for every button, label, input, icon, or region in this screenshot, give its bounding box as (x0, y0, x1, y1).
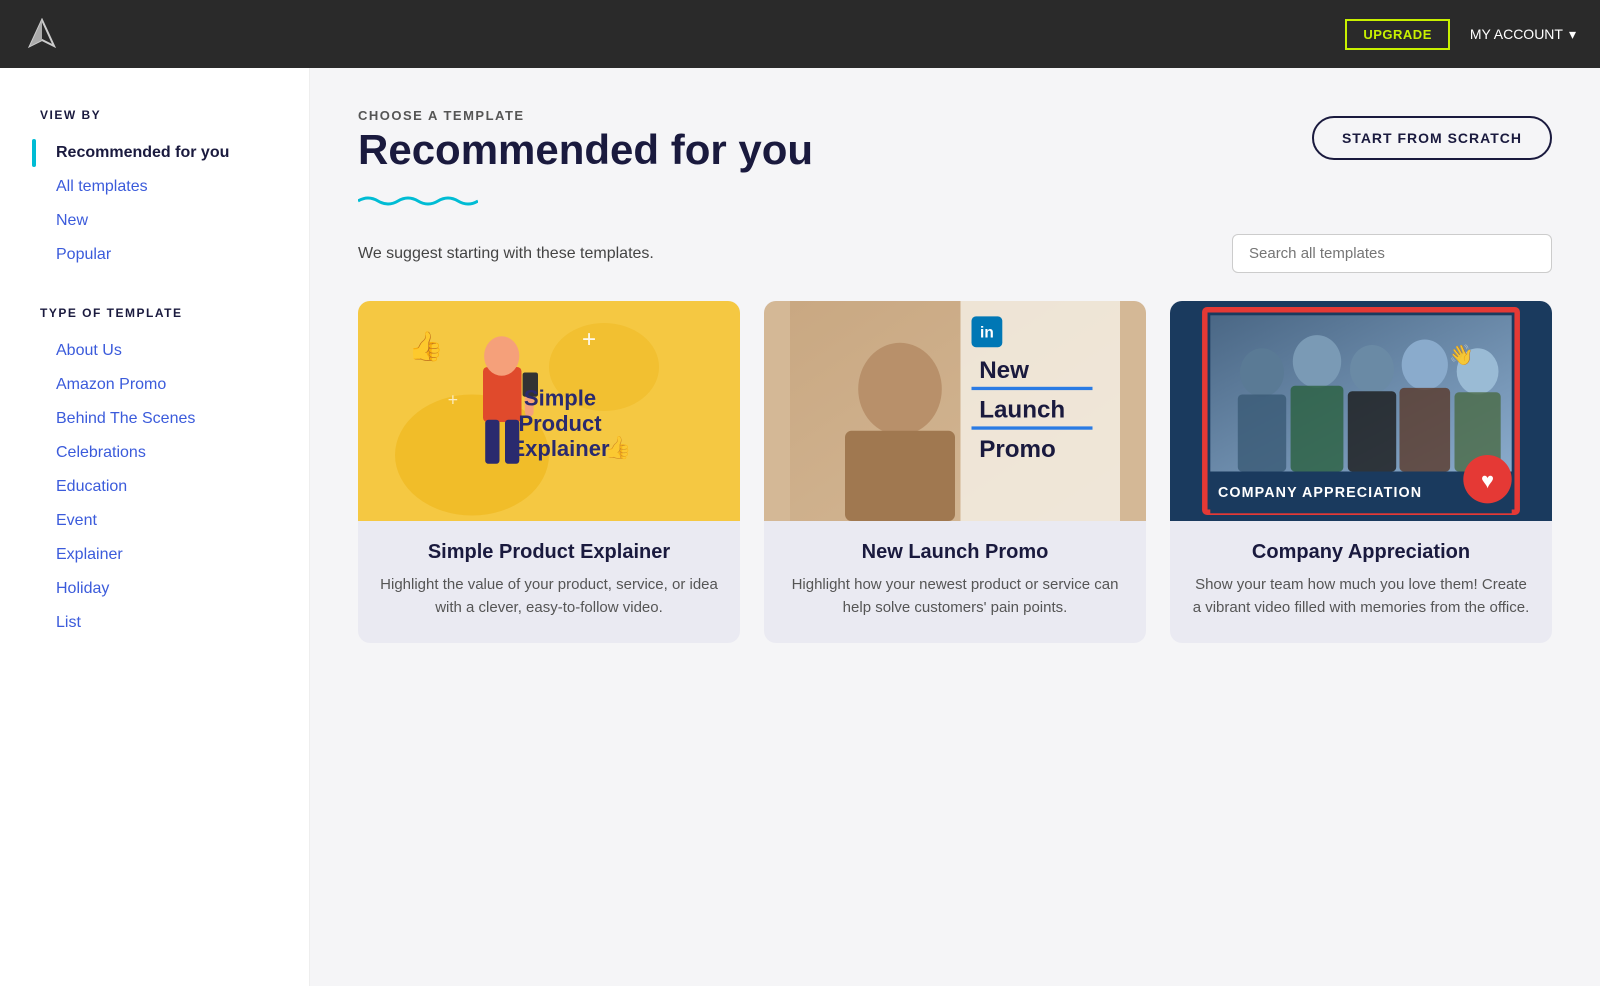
svg-text:Promo: Promo (979, 436, 1056, 463)
view-by-nav: Recommended for you All templates New Po… (40, 138, 285, 270)
view-by-title: VIEW BY (40, 108, 285, 122)
sidebar-item-recommended[interactable]: Recommended for you (40, 138, 285, 168)
subtitle-text: We suggest starting with these templates… (358, 245, 654, 263)
topnav: UPGRADE MY ACCOUNT ▾ (0, 0, 1600, 68)
chevron-down-icon: ▾ (1569, 26, 1576, 43)
sidebar-link-list[interactable]: List (40, 608, 285, 638)
subtitle-row: We suggest starting with these templates… (358, 234, 1552, 273)
svg-text:+: + (448, 390, 458, 410)
wavy-decorative-line (358, 193, 478, 209)
sidebar-link-celebrations[interactable]: Celebrations (40, 438, 285, 468)
svg-text:Launch: Launch (979, 397, 1065, 424)
svg-text:Simple: Simple (524, 386, 596, 411)
card-title-1: New Launch Promo (764, 541, 1146, 564)
cards-grid: 👍 👍 + + Simple Product Explainer Simple … (358, 301, 1552, 643)
my-account-label: MY ACCOUNT (1470, 26, 1563, 42)
svg-text:New: New (979, 357, 1029, 384)
sidebar-item-celebrations[interactable]: Celebrations (40, 438, 285, 468)
svg-text:+: + (582, 326, 596, 353)
sidebar-item-holiday[interactable]: Holiday (40, 574, 285, 604)
page-title: Recommended for you (358, 127, 813, 173)
card-title-0: Simple Product Explainer (358, 541, 740, 564)
sidebar-item-popular[interactable]: Popular (40, 240, 285, 270)
card-thumb-0: 👍 👍 + + Simple Product Explainer (358, 301, 740, 521)
template-card-0[interactable]: 👍 👍 + + Simple Product Explainer Simple … (358, 301, 740, 643)
sidebar-link-explainer[interactable]: Explainer (40, 540, 285, 570)
sidebar-link-recommended[interactable]: Recommended for you (40, 138, 285, 168)
choose-label: CHOOSE A TEMPLATE (358, 108, 813, 123)
sidebar-link-new[interactable]: New (40, 206, 285, 236)
card-title-2: Company Appreciation (1170, 541, 1552, 564)
sidebar-link-all-templates[interactable]: All templates (40, 172, 285, 202)
card-thumb-1: in New Launch Promo (764, 301, 1146, 521)
search-input[interactable] (1232, 234, 1552, 273)
card-thumb-2: 👋 COMPANY APPRECIATION ♥ (1170, 301, 1552, 521)
sidebar-link-event[interactable]: Event (40, 506, 285, 536)
sidebar-item-all-templates[interactable]: All templates (40, 172, 285, 202)
content-header: CHOOSE A TEMPLATE Recommended for you ST… (358, 108, 1552, 173)
sidebar-link-about-us[interactable]: About Us (40, 336, 285, 366)
svg-text:Explainer: Explainer (510, 436, 609, 461)
sidebar-link-holiday[interactable]: Holiday (40, 574, 285, 604)
type-title: TYPE OF TEMPLATE (40, 306, 285, 320)
card-desc-2: Show your team how much you love them! C… (1170, 574, 1552, 619)
sidebar-link-amazon-promo[interactable]: Amazon Promo (40, 370, 285, 400)
sidebar-item-amazon-promo[interactable]: Amazon Promo (40, 370, 285, 400)
sidebar-item-explainer[interactable]: Explainer (40, 540, 285, 570)
sidebar-item-new[interactable]: New (40, 206, 285, 236)
svg-text:Product: Product (518, 411, 602, 436)
sidebar-link-behind-scenes[interactable]: Behind The Scenes (40, 404, 285, 434)
upgrade-button[interactable]: UPGRADE (1345, 19, 1450, 50)
sidebar: VIEW BY Recommended for you All template… (0, 68, 310, 986)
svg-text:👍: 👍 (408, 330, 444, 363)
sidebar-item-education[interactable]: Education (40, 472, 285, 502)
svg-text:COMPANY APPRECIATION: COMPANY APPRECIATION (1218, 485, 1422, 501)
type-nav: About Us Amazon Promo Behind The Scenes … (40, 336, 285, 638)
my-account-menu[interactable]: MY ACCOUNT ▾ (1470, 26, 1576, 43)
start-from-scratch-button[interactable]: START FROM SCRATCH (1312, 116, 1552, 160)
topnav-right: UPGRADE MY ACCOUNT ▾ (1345, 19, 1576, 50)
sidebar-item-about-us[interactable]: About Us (40, 336, 285, 366)
svg-text:♥: ♥ (1481, 468, 1494, 493)
logo[interactable] (24, 16, 60, 52)
svg-text:in: in (980, 324, 994, 341)
sidebar-link-education[interactable]: Education (40, 472, 285, 502)
template-card-1[interactable]: in New Launch Promo New Launch Promo Hig… (764, 301, 1146, 643)
sidebar-item-behind-scenes[interactable]: Behind The Scenes (40, 404, 285, 434)
sidebar-link-popular[interactable]: Popular (40, 240, 285, 270)
template-card-2[interactable]: 👋 COMPANY APPRECIATION ♥ Company Appreci… (1170, 301, 1552, 643)
sidebar-item-list[interactable]: List (40, 608, 285, 638)
sidebar-item-event[interactable]: Event (40, 506, 285, 536)
title-block: CHOOSE A TEMPLATE Recommended for you (358, 108, 813, 173)
card-desc-1: Highlight how your newest product or ser… (764, 574, 1146, 619)
content-area: CHOOSE A TEMPLATE Recommended for you ST… (310, 68, 1600, 986)
card-desc-0: Highlight the value of your product, ser… (358, 574, 740, 619)
svg-text:👋: 👋 (1449, 344, 1474, 367)
main-layout: VIEW BY Recommended for you All template… (0, 68, 1600, 986)
